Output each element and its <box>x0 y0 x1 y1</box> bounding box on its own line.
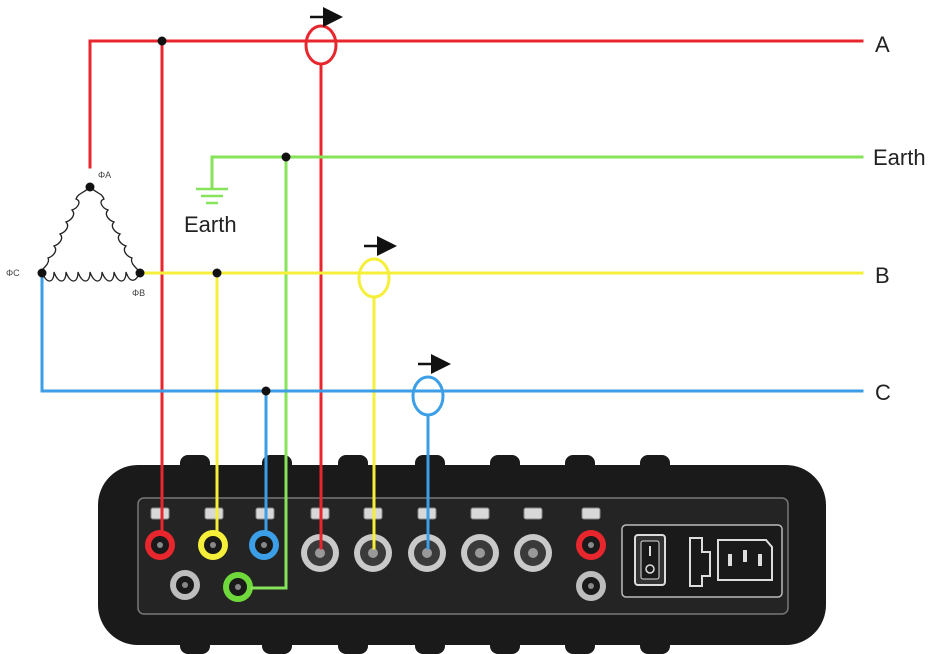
aux-input-red <box>576 530 606 560</box>
line-label-b: B <box>875 263 890 288</box>
current-input-5 <box>514 534 552 572</box>
node-label-b: ΦB <box>132 288 145 298</box>
current-clamp-b <box>357 257 391 299</box>
voltage-input-yellow <box>198 530 228 560</box>
phase-c-line <box>40 271 864 393</box>
line-label-a: A <box>875 32 890 57</box>
voltage-input-green <box>223 572 253 602</box>
measurement-instrument <box>98 455 826 654</box>
node-label-c: ΦC <box>6 268 20 278</box>
earth-line <box>210 155 864 189</box>
delta-source: ΦA ΦC ΦB <box>6 170 145 298</box>
voltage-input-blue <box>249 530 279 560</box>
voltage-input-neutral <box>170 570 200 600</box>
ground-label: Earth <box>184 212 237 237</box>
power-block <box>621 524 783 598</box>
line-label-c: C <box>875 380 891 405</box>
line-label-earth: Earth <box>873 145 926 170</box>
node-label-a: ΦA <box>98 170 111 180</box>
wiring-diagram: ΦA ΦC ΦB Earth A Earth B C <box>6 7 926 654</box>
current-clamp-a <box>304 24 338 66</box>
aux-input-grey <box>576 571 606 601</box>
voltage-input-red <box>145 530 175 560</box>
current-input-4 <box>461 534 499 572</box>
power-switch-icon <box>634 534 666 586</box>
ground-icon <box>196 187 228 205</box>
phase-a-line <box>88 39 864 169</box>
current-clamp-c <box>411 375 445 417</box>
